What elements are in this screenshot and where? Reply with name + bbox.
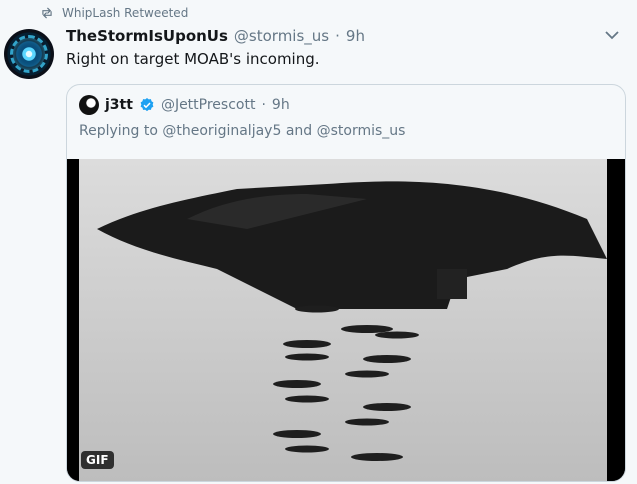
retweet-label[interactable]: WhipLash Retweeted [62, 6, 188, 20]
timestamp[interactable]: 9h [346, 27, 365, 45]
gif-frame-image [67, 159, 625, 481]
quoted-handle[interactable]: @JettPrescott [161, 97, 256, 113]
avatar[interactable] [4, 29, 54, 79]
reply-mention-link[interactable]: @theoriginaljay5 [162, 123, 281, 139]
retweet-icon [42, 7, 52, 19]
quoted-avatar[interactable] [79, 95, 99, 115]
retweet-context: WhipLash Retweeted [40, 6, 188, 20]
reply-prefix: Replying to [79, 123, 158, 139]
quoted-timestamp[interactable]: 9h [272, 97, 290, 113]
verified-badge-icon [140, 98, 154, 112]
tweet-card[interactable]: WhipLash Retweeted TheStormIsUponUs @sto… [0, 0, 637, 484]
gif-media[interactable]: GIF [67, 159, 625, 481]
tweet-header: TheStormIsUponUs @stormis_us · 9h [66, 27, 365, 45]
reply-mention-link[interactable]: @stormis_us [317, 123, 406, 139]
replying-to-line: Replying to @theoriginaljay5 and @stormi… [79, 123, 405, 139]
quoted-separator-dot: · [261, 97, 266, 113]
chevron-down-icon[interactable] [605, 30, 619, 40]
quoted-tweet[interactable]: j3tt @JettPrescott · 9h Replying to @the… [66, 84, 626, 482]
separator-dot: · [335, 27, 340, 45]
quoted-tweet-header: j3tt @JettPrescott · 9h [79, 95, 290, 115]
handle[interactable]: @stormis_us [234, 27, 329, 45]
tweet-text: Right on target MOAB's incoming. [66, 50, 320, 68]
reply-and: and [285, 123, 313, 139]
quoted-display-name[interactable]: j3tt [105, 97, 133, 113]
display-name[interactable]: TheStormIsUponUs [66, 27, 228, 45]
gif-badge: GIF [81, 451, 114, 469]
